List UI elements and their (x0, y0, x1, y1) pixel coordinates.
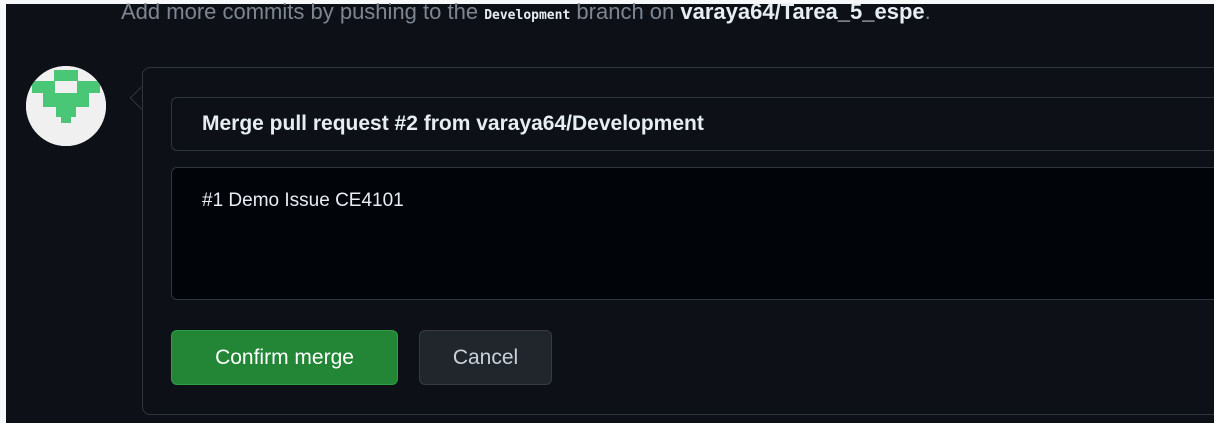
branch-name: Development (484, 8, 571, 23)
merge-hint-text: Add more commits by pushing to the Devel… (121, 0, 931, 33)
identicon-avatar-icon[interactable] (26, 66, 106, 146)
confirm-merge-button[interactable]: Confirm merge (171, 330, 398, 385)
hint-middle: branch on (576, 0, 675, 24)
repo-name: varaya64/Tarea_5_espe (680, 0, 925, 24)
hint-prefix: Add more commits by pushing to the (121, 0, 479, 24)
commit-title-input[interactable] (171, 97, 1214, 151)
page-left-edge (0, 0, 6, 423)
commit-message-textarea[interactable]: #1 Demo Issue CE4101 (171, 167, 1214, 300)
cancel-button[interactable]: Cancel (419, 330, 552, 385)
hint-suffix: . (924, 0, 931, 24)
